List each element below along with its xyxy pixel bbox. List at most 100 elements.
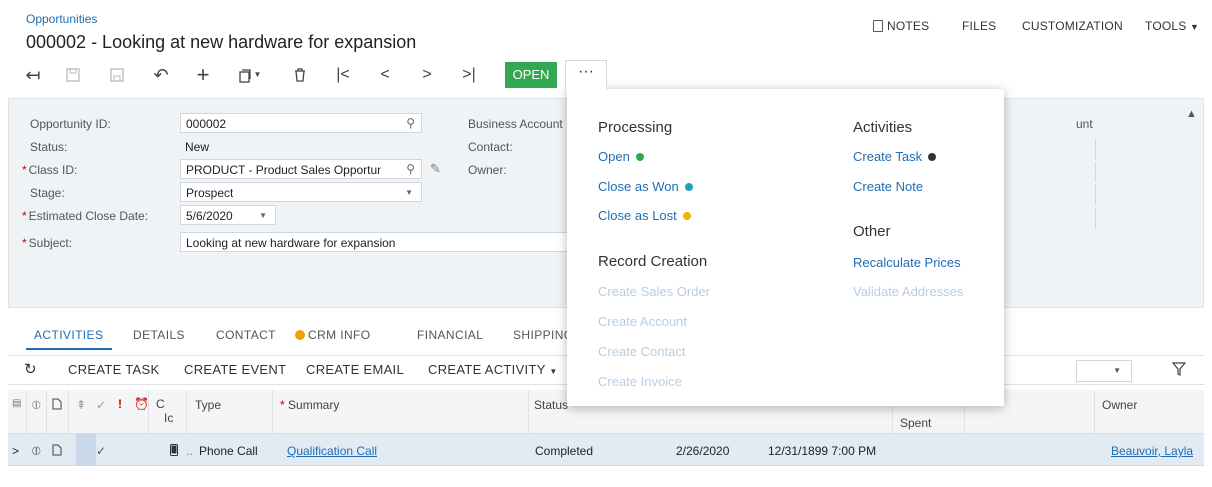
tab-shipping[interactable]: SHIPPING — [513, 328, 574, 342]
back-icon[interactable]: ↤ — [20, 62, 46, 88]
reminder-icon[interactable]: ⏰ — [134, 397, 149, 411]
col-header-type[interactable]: Type — [195, 398, 221, 412]
column-divider — [148, 390, 149, 434]
opportunity-id-value: 000002 — [186, 117, 227, 131]
menu-item-recalculate-prices[interactable]: Recalculate Prices — [853, 255, 961, 270]
edit-pencil-icon[interactable]: ✎ — [430, 161, 441, 177]
column-divider — [186, 390, 187, 434]
document-icon[interactable] — [52, 398, 62, 413]
column-divider — [528, 390, 529, 434]
check-icon[interactable]: ✓ — [96, 398, 106, 412]
last-record-icon[interactable]: >| — [456, 62, 482, 88]
col-header-time-spent[interactable]: Spent — [900, 416, 931, 430]
filter-icon[interactable] — [1171, 362, 1187, 379]
delete-icon[interactable] — [287, 62, 313, 88]
menu-item-open[interactable]: Open — [598, 149, 644, 164]
chevron-down-icon: ▼ — [1113, 366, 1121, 375]
menu-item-create-note[interactable]: Create Note — [853, 179, 923, 194]
close-date-field[interactable]: 5/6/2020 ▼ — [180, 205, 276, 225]
files-button[interactable]: FILES — [962, 19, 996, 33]
col-header-ic[interactable]: Ic — [164, 411, 173, 425]
previous-record-icon[interactable]: < — [372, 62, 398, 88]
row-start-date: 2/26/2020 — [676, 444, 730, 458]
menu-item-close-as-lost[interactable]: Close as Lost — [598, 208, 691, 223]
page-title: 000002 - Looking at new hardware for exp… — [26, 32, 417, 52]
save-icon[interactable] — [104, 62, 130, 88]
amount-field-edge — [1088, 208, 1096, 228]
menu-item-create-account: Create Account — [598, 314, 687, 329]
col-header-status[interactable]: Status — [534, 398, 568, 412]
menu-item-close-as-won[interactable]: Close as Won — [598, 179, 693, 194]
notes-button[interactable]: NOTES — [873, 19, 929, 33]
subject-value: Looking at new hardware for expansion — [186, 236, 396, 250]
class-id-field[interactable]: PRODUCT - Product Sales Opportunit ⚲ — [180, 159, 422, 179]
tab-crm-info[interactable]: CRM INFO — [295, 328, 371, 342]
opportunity-id-field[interactable]: 000002 ⚲ — [180, 113, 422, 133]
column-divider — [46, 390, 47, 434]
class-id-label: * Class ID: — [22, 163, 78, 177]
filter-select[interactable]: ▼ — [1076, 360, 1132, 382]
document-icon — [52, 444, 62, 459]
copy-paste-icon[interactable]: ▼ — [232, 62, 268, 88]
row-owner-link[interactable]: Beauvoir, Layla — [1111, 444, 1193, 458]
tab-activities[interactable]: ACTIVITIES — [34, 328, 103, 342]
search-icon[interactable]: ⚲ — [406, 116, 415, 130]
phone-icon — [170, 444, 178, 459]
create-event-button[interactable]: CREATE EVENT — [184, 362, 286, 377]
col-header-c[interactable]: C — [156, 397, 165, 411]
create-email-button[interactable]: CREATE EMAIL — [306, 362, 404, 377]
status-dot-icon — [635, 153, 644, 161]
menu-item-create-task[interactable]: Create Task — [853, 149, 937, 164]
save-close-icon[interactable] — [60, 62, 86, 88]
note-icon — [873, 20, 883, 32]
first-record-icon[interactable]: |< — [330, 62, 356, 88]
status-label: Status: — [30, 140, 68, 154]
amount-label-partial: unt — [1076, 117, 1093, 131]
menu-section-other: Other — [853, 223, 891, 240]
more-actions-button[interactable]: ··· — [565, 60, 607, 90]
priority-icon[interactable]: ⇞ — [76, 398, 86, 412]
open-button[interactable]: OPEN — [505, 62, 557, 88]
collapse-chevron-icon[interactable]: ▲ — [1186, 108, 1197, 120]
close-date-value: 5/6/2020 — [186, 209, 233, 223]
important-icon[interactable]: ! — [118, 397, 122, 411]
opportunity-id-label: Opportunity ID: — [30, 117, 111, 131]
row-created-at: 12/31/1899 7:00 PM — [768, 444, 877, 458]
tools-label: TOOLS — [1145, 19, 1187, 33]
tools-menu[interactable]: TOOLS ▼ — [1145, 19, 1199, 33]
menu-item-create-sales-order: Create Sales Order — [598, 284, 710, 299]
class-id-value: PRODUCT - Product Sales Opportunit — [186, 163, 381, 177]
customization-button[interactable]: CUSTOMIZATION — [1022, 19, 1123, 33]
add-icon[interactable]: + — [190, 62, 216, 88]
row-expand-icon[interactable]: > — [12, 444, 19, 458]
next-record-icon[interactable]: > — [414, 62, 440, 88]
search-icon[interactable]: ⚲ — [406, 162, 415, 176]
completed-check-icon: ✓ — [96, 444, 107, 458]
stage-label: Stage: — [30, 186, 65, 200]
tab-financial[interactable]: FINANCIAL — [417, 328, 483, 342]
subject-field[interactable]: Looking at new hardware for expansion — [180, 232, 568, 252]
menu-item-create-contact: Create Contact — [598, 344, 686, 359]
attachment-icon[interactable]: ⦶ — [32, 398, 41, 413]
warning-icon — [295, 330, 305, 340]
tab-details[interactable]: DETAILS — [133, 328, 185, 342]
selected-cell[interactable] — [76, 434, 96, 466]
amount-field-edge — [1088, 162, 1096, 182]
row-summary-link[interactable]: Qualification Call — [287, 444, 377, 458]
stage-value: Prospect — [186, 186, 234, 200]
tab-contact[interactable]: CONTACT — [216, 328, 276, 342]
col-header-summary[interactable]: * Summary — [280, 398, 339, 412]
caret-down-icon: ▼ — [1190, 22, 1200, 32]
breadcrumb[interactable]: Opportunities — [26, 12, 97, 26]
attachment-icon: ⦶ — [32, 444, 41, 458]
col-header-owner[interactable]: Owner — [1102, 398, 1137, 412]
status-dot-icon — [928, 153, 937, 161]
undo-icon[interactable]: ↶ — [148, 62, 174, 88]
stage-dropdown[interactable]: Prospect ▼ — [180, 182, 422, 202]
create-activity-dropdown[interactable]: CREATE ACTIVITY ▼ — [428, 362, 558, 377]
menu-item-validate-addresses: Validate Addresses — [853, 284, 964, 299]
status-dot-icon — [682, 212, 691, 220]
files-col-icon[interactable]: ▤ — [12, 398, 21, 409]
create-task-button[interactable]: CREATE TASK — [68, 362, 159, 377]
refresh-icon[interactable]: ↻ — [24, 360, 37, 378]
